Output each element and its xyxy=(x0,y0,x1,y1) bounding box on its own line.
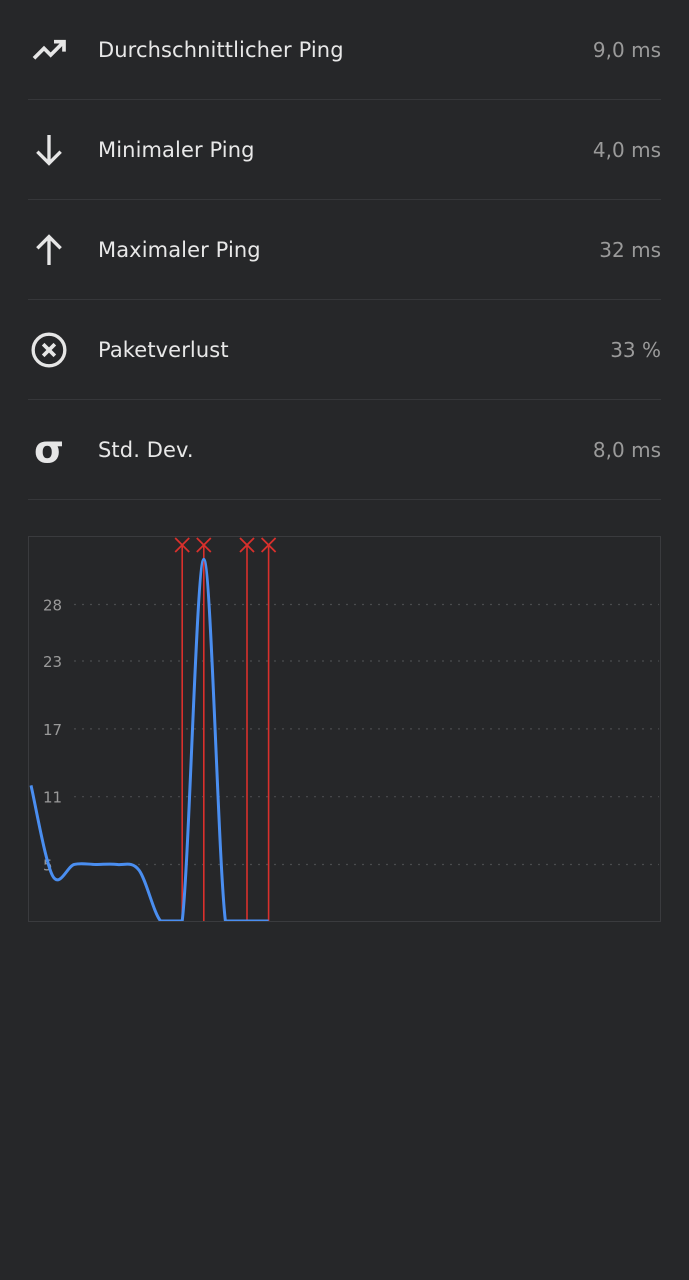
stat-label: Minimaler Ping xyxy=(98,137,255,162)
stat-value: 33 % xyxy=(610,337,661,362)
stat-value: 32 ms xyxy=(599,237,661,262)
stat-row-minimum: Minimaler Ping 4,0 ms xyxy=(28,100,661,200)
stat-row-maximum: Maximaler Ping 32 ms xyxy=(28,200,661,300)
ping-chart: 28 23 17 11 5 xyxy=(28,536,661,922)
circle-x-icon xyxy=(28,329,70,371)
stat-label: Maximaler Ping xyxy=(98,237,261,262)
sigma-icon: σ xyxy=(28,429,70,471)
stat-value: 4,0 ms xyxy=(592,137,661,162)
stat-value: 8,0 ms xyxy=(592,437,661,462)
trending-up-icon xyxy=(28,29,70,71)
arrow-down-icon xyxy=(28,129,70,171)
y-tick-label: 28 xyxy=(43,597,62,615)
y-tick-label: 23 xyxy=(43,653,62,671)
y-tick-label: 17 xyxy=(43,721,62,739)
stat-row-average: Durchschnittlicher Ping 9,0 ms xyxy=(28,0,661,100)
svg-text:σ: σ xyxy=(34,429,64,471)
stat-value: 9,0 ms xyxy=(592,37,661,62)
ping-statistics: Durchschnittlicher Ping 9,0 ms Minimaler… xyxy=(28,0,661,500)
stat-row-packet-loss: Paketverlust 33 % xyxy=(28,300,661,400)
stat-label: Durchschnittlicher Ping xyxy=(98,37,344,62)
ping-series-line xyxy=(29,557,269,921)
arrow-up-icon xyxy=(28,229,70,271)
y-tick-label: 11 xyxy=(43,789,62,807)
ping-chart-svg: 282317115 xyxy=(28,536,661,922)
stat-row-std-dev: σ Std. Dev. 8,0 ms xyxy=(28,400,661,500)
stat-label: Paketverlust xyxy=(98,337,229,362)
stat-label: Std. Dev. xyxy=(98,437,194,462)
